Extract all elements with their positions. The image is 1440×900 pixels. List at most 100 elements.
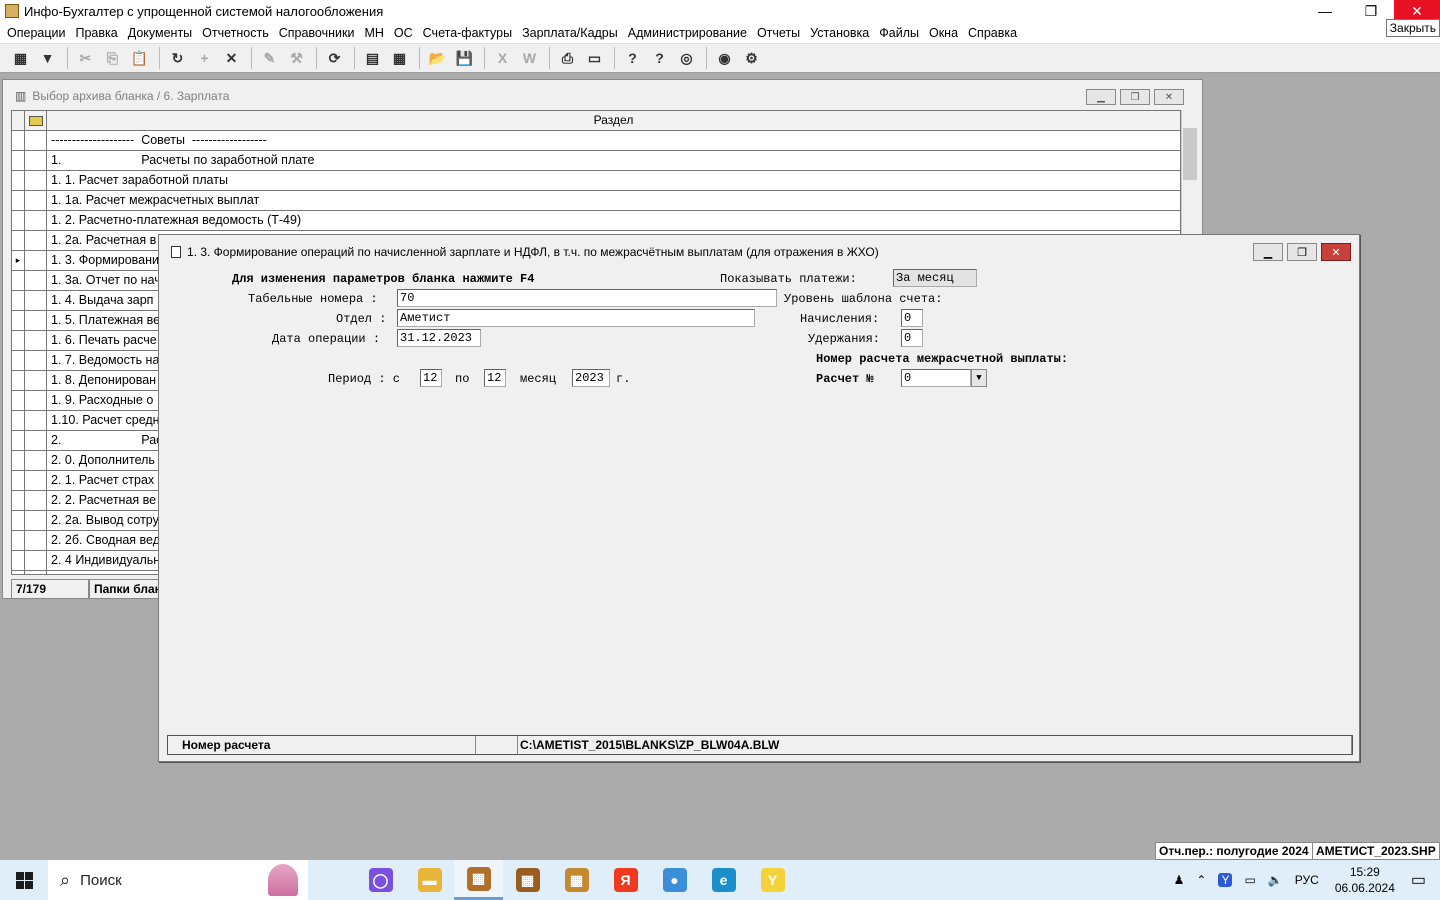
preview-icon[interactable]: ▭ xyxy=(582,47,607,69)
menu-item[interactable]: Окна xyxy=(924,26,963,40)
network-icon[interactable]: ▭ xyxy=(1244,873,1255,887)
menu-item[interactable]: ОС xyxy=(389,26,418,40)
open-folder-icon[interactable]: 📂 xyxy=(425,47,450,69)
table-row[interactable]: 1. Расчеты по заработной плате xyxy=(12,151,1180,171)
menu-item[interactable]: Документы xyxy=(123,26,197,40)
people-icon[interactable]: ♟ xyxy=(1174,873,1185,887)
taskbar-app[interactable]: e xyxy=(699,860,748,900)
clock[interactable]: 15:29 06.06.2024 xyxy=(1335,864,1395,896)
tool-icon[interactable]: ✎ xyxy=(257,47,282,69)
save-icon[interactable]: 💾 xyxy=(452,47,477,69)
menu-item[interactable]: Справка xyxy=(963,26,1022,40)
menu-item[interactable]: Зарплата/Кадры xyxy=(517,26,623,40)
calc-no-input[interactable]: 0 xyxy=(901,369,971,387)
lifebuoy-icon[interactable]: ◉ xyxy=(712,47,737,69)
notifications-icon[interactable]: ▭ xyxy=(1411,870,1426,890)
section-cell[interactable]: 1. Расчеты по заработной плате xyxy=(47,151,1180,170)
minimize-button[interactable]: — xyxy=(1302,0,1348,22)
table-row[interactable]: 1. 1а. Расчет межрасчетных выплат xyxy=(12,191,1180,211)
excel-icon[interactable]: X xyxy=(490,47,515,69)
refresh-icon[interactable]: ⟳ xyxy=(322,47,347,69)
paste-icon[interactable]: 📋 xyxy=(127,47,152,69)
chevron-up-icon[interactable]: ⌃ xyxy=(1196,873,1206,887)
column-header-section[interactable]: Раздел xyxy=(47,111,1180,130)
menu-item[interactable]: Отчетность xyxy=(197,26,274,40)
network-icon[interactable]: ⚙ xyxy=(739,47,764,69)
yandex-browser-icon: Y xyxy=(760,868,785,892)
period-label: Период : с xyxy=(328,372,401,386)
taskbar-app[interactable]: Y xyxy=(748,860,797,900)
menu-item[interactable]: Правка xyxy=(70,26,122,40)
abacus-icon: ▦ xyxy=(564,868,589,892)
add-icon[interactable]: + xyxy=(192,47,217,69)
abacus-icon: ▦ xyxy=(466,866,491,891)
taskbar-app[interactable]: ▦ xyxy=(552,860,601,900)
table-row[interactable]: -------------------- Советы ------------… xyxy=(12,131,1180,151)
menu-item[interactable]: Файлы xyxy=(874,26,924,40)
period-from-input[interactable]: 12 xyxy=(420,369,442,387)
form-minimize-button[interactable]: ▁ xyxy=(1253,243,1283,261)
calc-no-label: Расчет № xyxy=(816,372,874,386)
year-suffix: г. xyxy=(616,372,631,386)
context-help-icon[interactable]: ? xyxy=(647,47,672,69)
cut-icon[interactable]: ✂ xyxy=(73,47,98,69)
rotate-icon[interactable]: ↻ xyxy=(165,47,190,69)
taskbar-app[interactable]: ▬ xyxy=(405,860,454,900)
yandex-disk-icon[interactable]: Y xyxy=(1218,873,1233,887)
delete-icon[interactable]: ✕ xyxy=(219,47,244,69)
menu-item[interactable]: Справочники xyxy=(274,26,360,40)
show-payments-field[interactable]: За месяц xyxy=(893,269,977,287)
accruals-input[interactable]: 0 xyxy=(901,309,923,327)
record-count: 7/179 xyxy=(11,579,89,599)
menu-item[interactable]: Операции xyxy=(2,26,70,40)
menu-item[interactable]: Отчеты xyxy=(752,26,805,40)
archive-maximize-button[interactable]: ❐ xyxy=(1120,89,1150,105)
print-icon[interactable]: ⎙ xyxy=(555,47,580,69)
status-file-path: C:\AMETIST_2015\BLANKS\ZP_BLW04A.BLW xyxy=(518,736,1352,754)
section-cell[interactable]: -------------------- Советы ------------… xyxy=(47,131,1180,150)
menu-item[interactable]: Счета-фактуры xyxy=(418,26,517,40)
table-row[interactable]: 1. 1. Расчет заработной платы xyxy=(12,171,1180,191)
operation-date-input[interactable]: 31.12.2023 xyxy=(397,329,481,347)
word-icon[interactable]: W xyxy=(517,47,542,69)
copy-icon[interactable]: ⎘ xyxy=(100,47,125,69)
section-cell[interactable]: 1. 1. Расчет заработной платы xyxy=(47,171,1180,190)
table-row[interactable]: 1. 2. Расчетно-платежная ведомость (Т-49… xyxy=(12,211,1180,231)
report-icon[interactable]: ▤ xyxy=(360,47,385,69)
year-input[interactable]: 2023 xyxy=(572,369,610,387)
section-cell[interactable]: 1. 1а. Расчет межрасчетных выплат xyxy=(47,191,1180,210)
filter-icon[interactable]: ▼ xyxy=(35,47,60,69)
taskbar-search[interactable]: ⌕ Поиск xyxy=(48,860,308,900)
scroll-thumb[interactable] xyxy=(1183,128,1197,180)
taskbar-app[interactable]: ▦ xyxy=(454,860,503,900)
taskbar-app[interactable]: ▦ xyxy=(503,860,552,900)
archive-close-button[interactable]: ✕ xyxy=(1154,89,1184,105)
start-button[interactable] xyxy=(0,860,48,900)
tools-icon[interactable]: ⚒ xyxy=(284,47,309,69)
archive-minimize-button[interactable]: ▁ xyxy=(1086,89,1116,105)
taskbar-app[interactable]: ◯ xyxy=(356,860,405,900)
show-payments-label: Показывать платежи: xyxy=(720,272,857,286)
period-to-input[interactable]: 12 xyxy=(484,369,506,387)
taskbar-app[interactable]: ● xyxy=(650,860,699,900)
help-icon[interactable]: ? xyxy=(620,47,645,69)
taskbar-app[interactable]: Я xyxy=(601,860,650,900)
menu-item[interactable]: МН xyxy=(359,26,388,40)
table-icon[interactable]: ▦ xyxy=(8,47,33,69)
calculator-icon[interactable]: ▦ xyxy=(387,47,412,69)
tab-numbers-input[interactable]: 70 xyxy=(397,289,777,307)
deductions-input[interactable]: 0 xyxy=(901,329,923,347)
toolbar-separator xyxy=(549,47,550,69)
operation-date-label: Дата операции : xyxy=(272,332,381,346)
compass-icon[interactable]: ◎ xyxy=(674,47,699,69)
department-input[interactable]: Аметист xyxy=(397,309,755,327)
language-indicator[interactable]: РУС xyxy=(1295,873,1319,887)
form-maximize-button[interactable]: ❐ xyxy=(1287,243,1317,261)
menu-item[interactable]: Установка xyxy=(805,26,874,40)
section-cell[interactable]: 1. 2. Расчетно-платежная ведомость (Т-49… xyxy=(47,211,1180,230)
calc-no-dropdown-button[interactable]: ▼ xyxy=(971,369,987,387)
toolbar-separator xyxy=(614,47,615,69)
form-close-button[interactable]: ✕ xyxy=(1321,243,1351,261)
volume-icon[interactable]: 🔈 xyxy=(1268,873,1283,887)
menu-item[interactable]: Администрирование xyxy=(623,26,752,40)
